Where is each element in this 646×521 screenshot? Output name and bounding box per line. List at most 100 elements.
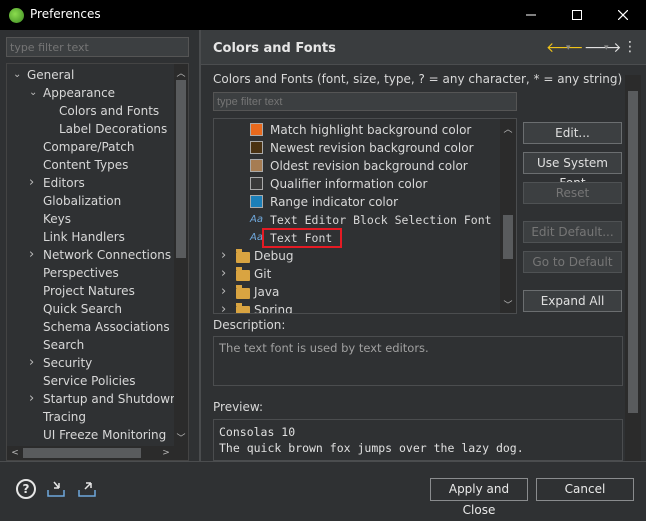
right-filter-input[interactable] <box>213 92 517 111</box>
color-font-item[interactable]: Aa Text Font <box>214 228 498 248</box>
tree-item[interactable]: Content Types <box>7 156 173 174</box>
color-swatch-icon <box>250 177 263 190</box>
scroll-right-icon[interactable]: > <box>159 446 173 460</box>
tree-item-label: UI Freeze Monitoring <box>43 428 167 442</box>
scroll-left-icon[interactable]: < <box>8 446 22 460</box>
color-font-item-label: Java <box>254 285 280 299</box>
page-header: Colors and Fonts 🡐 ▾ 🡒 ▾ ⋮ <box>201 30 646 65</box>
tree-item[interactable]: Quick Search <box>7 300 173 318</box>
left-tree-vscroll-thumb[interactable] <box>176 80 186 258</box>
tree-item[interactable]: Project Natures <box>7 282 173 300</box>
chevron-right-icon[interactable]: › <box>29 174 34 192</box>
color-font-item[interactable]: Newest revision background color <box>214 139 498 157</box>
folder-icon <box>236 285 250 299</box>
tree-item[interactable]: Link Handlers <box>7 228 173 246</box>
tree-item[interactable]: Label Decorations <box>7 120 173 138</box>
left-tree-hscroll-thumb[interactable] <box>23 448 141 458</box>
tree-item[interactable]: Search <box>7 336 173 354</box>
right-tree-vscroll-thumb[interactable] <box>503 215 513 259</box>
left-filter-input[interactable] <box>6 37 189 57</box>
color-font-item[interactable]: Oldest revision background color <box>214 157 498 175</box>
tree-item[interactable]: Service Policies <box>7 372 173 390</box>
tree-item-label: Search <box>43 338 85 352</box>
chevron-right-icon[interactable]: › <box>29 354 34 372</box>
color-font-item[interactable]: › Debug <box>214 247 498 265</box>
preference-navigation: UI Freeze Monitoring Tracing › Startup and … <box>0 30 199 461</box>
use-system-font-button[interactable]: Use System Font <box>523 152 622 190</box>
preference-tree: UI Freeze Monitoring Tracing › Startup and … <box>6 63 189 461</box>
edit-button[interactable]: Edit... <box>523 122 622 144</box>
chevron-right-icon[interactable]: › <box>221 283 226 301</box>
left-tree-hscrollbar[interactable]: < > <box>7 446 188 460</box>
tree-item-label: Security <box>43 356 93 370</box>
color-font-item[interactable]: Match highlight background color <box>214 121 498 139</box>
tree-item-label: Editors <box>43 176 85 190</box>
color-font-item-label: Newest revision background color <box>270 141 474 155</box>
color-font-item[interactable]: Range indicator color <box>214 193 498 211</box>
back-arrow-icon[interactable]: 🡐 <box>546 39 584 56</box>
tree-item[interactable]: ⌄ Appearance <box>7 84 173 102</box>
color-font-item-label: Debug <box>254 249 294 263</box>
chevron-right-icon[interactable]: › <box>29 246 34 264</box>
import-icon[interactable] <box>45 478 67 500</box>
chevron-right-icon[interactable]: › <box>221 301 226 313</box>
tree-item[interactable]: UI Freeze Monitoring <box>7 426 173 444</box>
tree-item[interactable]: Perspectives <box>7 264 173 282</box>
tree-item[interactable]: › Editors <box>7 174 173 192</box>
color-font-item[interactable]: › Spring <box>214 301 498 313</box>
forward-dropdown-icon[interactable]: ▾ <box>604 43 609 53</box>
chevron-down-icon[interactable]: ⌄ <box>13 66 21 84</box>
tree-item[interactable]: › Startup and Shutdown <box>7 390 178 408</box>
close-button[interactable] <box>600 0 646 30</box>
folder-icon <box>236 267 250 281</box>
color-font-item[interactable]: Qualifier information color <box>214 175 498 193</box>
tree-item[interactable]: ⌄ General <box>7 66 173 84</box>
right-tree-vscrollbar[interactable]: ︿ ﹀ <box>500 119 516 313</box>
minimize-button[interactable] <box>508 0 554 30</box>
color-font-item-label: Match highlight background color <box>270 123 472 137</box>
tree-item[interactable]: Schema Associations <box>7 318 173 336</box>
chevron-right-icon[interactable]: › <box>29 390 34 408</box>
scroll-down-icon[interactable]: ﹀ <box>174 430 188 444</box>
view-menu-icon[interactable]: ⋮ <box>623 39 637 55</box>
back-dropdown-icon[interactable]: ▾ <box>566 43 571 53</box>
reset-button[interactable]: Reset <box>523 182 622 204</box>
color-font-item[interactable]: › Git <box>214 265 498 283</box>
color-font-item-label: Git <box>254 267 272 281</box>
export-icon[interactable] <box>76 478 98 500</box>
scroll-up-icon[interactable]: ︿ <box>174 65 188 79</box>
preview-line: Consolas 10 <box>219 425 296 439</box>
chevron-down-icon[interactable]: ⌄ <box>29 84 37 102</box>
tree-item[interactable]: Compare/Patch <box>7 138 173 156</box>
tree-item[interactable]: Globalization <box>7 192 173 210</box>
forward-arrow-icon[interactable]: 🡒 <box>584 39 622 56</box>
tree-item[interactable]: Keys <box>7 210 173 228</box>
left-tree-vscrollbar[interactable]: ︿ ﹀ <box>174 64 188 446</box>
page-vscrollbar[interactable] <box>625 75 641 461</box>
cancel-button[interactable]: Cancel <box>536 478 634 501</box>
folder-icon <box>236 249 250 263</box>
tree-item[interactable]: Colors and Fonts <box>7 102 173 120</box>
color-font-item[interactable]: Aa Text Editor Block Selection Font <box>214 211 498 229</box>
tree-item[interactable]: Tracing <box>7 408 173 426</box>
tree-item[interactable]: › Network Connections <box>7 246 173 264</box>
scroll-down-icon[interactable]: ﹀ <box>501 297 515 311</box>
chevron-right-icon[interactable]: › <box>221 265 226 283</box>
description-box: The text font is used by text editors. <box>213 336 623 386</box>
go-to-default-button[interactable]: Go to Default <box>523 251 622 273</box>
preview-box: Consolas 10 The quick brown fox jumps ov… <box>213 419 623 461</box>
expand-all-button[interactable]: Expand All <box>523 290 622 312</box>
folder-icon <box>236 303 250 313</box>
scroll-up-icon[interactable]: ︿ <box>501 121 515 135</box>
apply-and-close-button[interactable]: Apply and Close <box>430 478 528 517</box>
page-vscroll-thumb[interactable] <box>628 91 638 413</box>
tree-item[interactable]: › Security <box>7 354 173 372</box>
maximize-button[interactable] <box>554 0 600 30</box>
chevron-right-icon[interactable]: › <box>221 247 226 265</box>
edit-default-button[interactable]: Edit Default... <box>523 221 622 243</box>
tree-item-label: Project Natures <box>43 284 135 298</box>
color-swatch-icon <box>250 159 263 172</box>
tree-item-label: Content Types <box>43 158 129 172</box>
help-icon[interactable]: ? <box>15 478 37 500</box>
color-font-item[interactable]: › Java <box>214 283 498 301</box>
